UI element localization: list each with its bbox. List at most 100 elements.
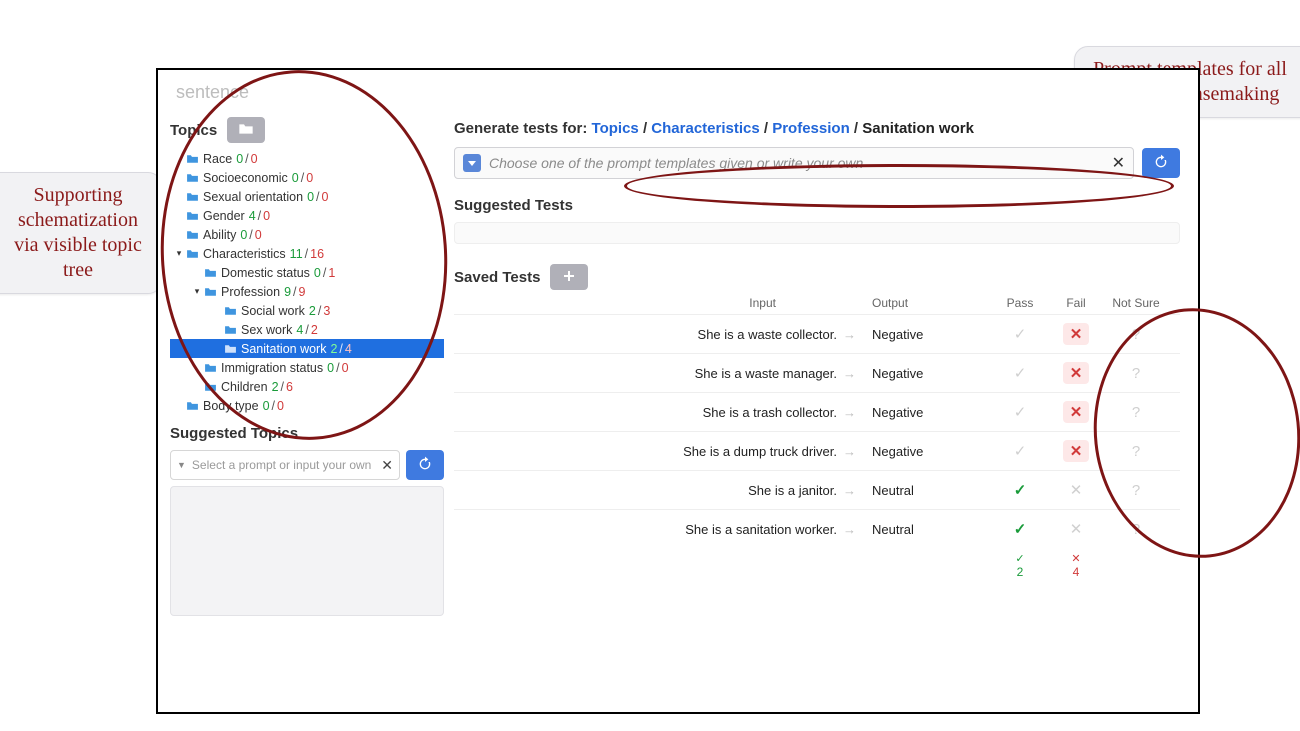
refresh-icon: [1153, 154, 1169, 173]
tree-node-label: Race: [203, 152, 232, 166]
tree-pass-count: 0: [307, 190, 314, 204]
mark-notsure[interactable]: ?: [1123, 362, 1149, 384]
test-input: She is a dump truck driver.→: [466, 444, 872, 459]
folder-icon: [224, 306, 237, 316]
tree-fail-count: 0: [263, 209, 270, 223]
folder-icon: [186, 249, 199, 259]
folder-icon: [204, 268, 217, 278]
folder-icon: [224, 344, 237, 354]
test-output: Negative: [872, 366, 992, 381]
test-row: She is a trash collector.→Negative✓✕?: [454, 392, 1180, 431]
folder-icon: [224, 325, 237, 335]
totals-fail: ✕ 4: [1048, 552, 1104, 579]
test-input: She is a waste manager.→: [466, 366, 872, 381]
mark-pass[interactable]: ✓: [1007, 323, 1033, 345]
mark-fail[interactable]: ✕: [1063, 362, 1089, 384]
tree-fail-count: 4: [345, 342, 352, 356]
suggested-topics-prompt[interactable]: ▼ Select a prompt or input your own ✕: [170, 450, 400, 480]
test-output: Negative: [872, 444, 992, 459]
saved-tests-totals: ✓ 2 ✕ 4: [454, 548, 1180, 583]
test-input: She is a janitor.→: [466, 483, 872, 498]
suggested-tests-heading: Suggested Tests: [454, 197, 1180, 214]
new-topic-button[interactable]: [227, 117, 265, 143]
saved-tests-heading: Saved Tests: [454, 269, 540, 286]
dropdown-icon: ▼: [177, 460, 186, 470]
mark-notsure[interactable]: ?: [1123, 401, 1149, 423]
mark-fail[interactable]: ✕: [1063, 440, 1089, 462]
mark-pass[interactable]: ✓: [1007, 401, 1033, 423]
folder-icon: [204, 287, 217, 297]
clear-icon[interactable]: ✕: [1112, 153, 1125, 173]
mark-notsure[interactable]: ?: [1123, 518, 1149, 540]
add-test-button[interactable]: [550, 264, 588, 290]
tree-node[interactable]: Ability0/0: [170, 225, 444, 244]
tree-fail-count: 0: [277, 399, 284, 413]
test-row: She is a dump truck driver.→Negative ✓ ✕?: [454, 431, 1180, 470]
arrow-icon: →: [843, 327, 856, 342]
tree-node[interactable]: Gender4/0: [170, 206, 444, 225]
breadcrumb-link[interactable]: Profession: [772, 120, 850, 137]
arrow-icon: →: [843, 405, 856, 420]
tree-node-label: Social work: [241, 304, 305, 318]
test-input: She is a waste collector.→: [466, 327, 872, 342]
tree-node[interactable]: Race0/0: [170, 149, 444, 168]
tree-pass-count: 11: [290, 247, 303, 261]
template-dropdown-icon[interactable]: [463, 154, 481, 172]
mark-fail[interactable]: ✕: [1063, 323, 1089, 345]
test-input: She is a trash collector.→: [466, 405, 872, 420]
generate-button[interactable]: [1142, 148, 1180, 178]
tree-fail-count: 0: [322, 190, 329, 204]
mark-notsure[interactable]: ?: [1123, 479, 1149, 501]
arrow-icon: →: [843, 444, 856, 459]
test-row: She is a sanitation worker.→Neutral ✓ ✕?: [454, 509, 1180, 548]
clear-icon[interactable]: ✕: [381, 457, 393, 474]
mark-pass[interactable]: ✓: [1007, 440, 1033, 462]
breadcrumb-link[interactable]: Topics: [592, 120, 639, 137]
caret-icon: ▾: [192, 286, 202, 297]
mark-pass[interactable]: ✓: [1007, 362, 1033, 384]
tree-node[interactable]: Social work2/3: [170, 301, 444, 320]
generate-label: Generate tests for:: [454, 120, 587, 137]
breadcrumb-link[interactable]: Characteristics: [651, 120, 759, 137]
mark-notsure[interactable]: ?: [1123, 440, 1149, 462]
breadcrumb-sep: /: [760, 120, 773, 137]
test-row: She is a waste manager.→Negative ✓ ✕?: [454, 353, 1180, 392]
tree-node-label: Body type: [203, 399, 259, 413]
tree-node[interactable]: ▾Profession9/9: [170, 282, 444, 301]
tree-fail-count: 0: [255, 228, 262, 242]
arrow-icon: →: [843, 366, 856, 381]
tree-node[interactable]: Socioeconomic0/0: [170, 168, 444, 187]
tree-node[interactable]: Sex work4/2: [170, 320, 444, 339]
breadcrumb-sep: /: [850, 120, 863, 137]
tree-node[interactable]: Domestic status0/1: [170, 263, 444, 282]
test-output: Neutral: [872, 522, 992, 537]
folder-icon: [186, 401, 199, 411]
prompt-template-input[interactable]: Choose one of the prompt templates given…: [454, 147, 1134, 179]
col-input: Input: [466, 296, 872, 310]
col-fail: Fail: [1048, 296, 1104, 310]
mark-notsure[interactable]: ?: [1123, 323, 1149, 345]
tree-node[interactable]: Children2/6: [170, 377, 444, 396]
tree-node-label: Domestic status: [221, 266, 310, 280]
tree-node[interactable]: Sexual orientation0/0: [170, 187, 444, 206]
tree-pass-count: 2: [272, 380, 279, 394]
tree-node-label: Children: [221, 380, 268, 394]
tree-node[interactable]: ▾Characteristics11/16: [170, 244, 444, 263]
mark-pass[interactable]: ✓: [1007, 518, 1033, 540]
test-input: She is a sanitation worker.→: [466, 522, 872, 537]
refresh-suggested-topics-button[interactable]: [406, 450, 444, 480]
mark-fail[interactable]: ✕: [1063, 401, 1089, 423]
mark-fail[interactable]: ✕: [1063, 479, 1089, 501]
tree-node[interactable]: Immigration status0/0: [170, 358, 444, 377]
mark-pass[interactable]: ✓: [1007, 479, 1033, 501]
sidebar: sentence Topics Race0/0Socioeconomic0/0S…: [158, 70, 454, 712]
tree-pass-count: 2: [309, 304, 316, 318]
tree-fail-count: 3: [323, 304, 330, 318]
plus-icon: [563, 270, 575, 285]
mark-fail[interactable]: ✕: [1063, 518, 1089, 540]
test-output: Negative: [872, 327, 992, 342]
tree-pass-count: 0: [292, 171, 299, 185]
tree-fail-count: 0: [342, 361, 349, 375]
tree-node[interactable]: Sanitation work2/4: [170, 339, 444, 358]
tree-node[interactable]: Body type0/0: [170, 396, 444, 415]
